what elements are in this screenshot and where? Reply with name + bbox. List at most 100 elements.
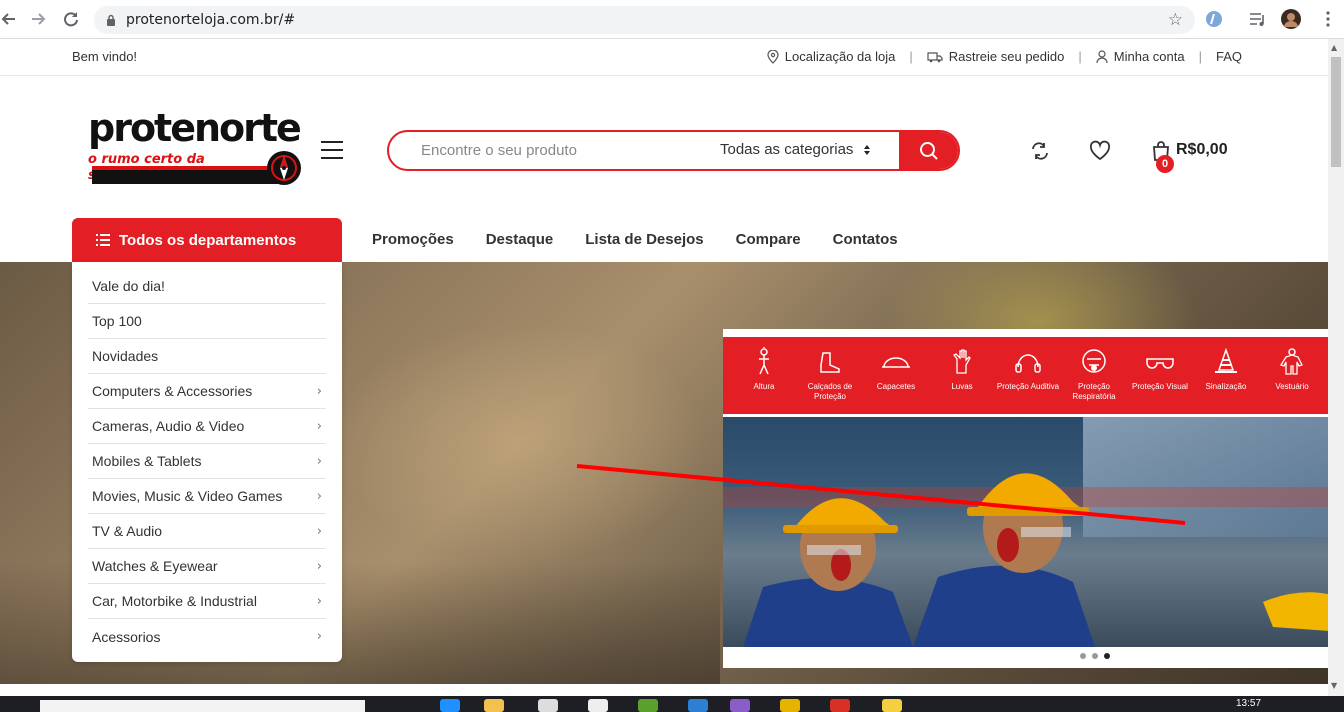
bookmark-star-icon[interactable]: ☆: [1168, 10, 1183, 30]
map-pin-icon: [767, 49, 779, 64]
taskbar-app-icon[interactable]: [588, 699, 608, 712]
department-item[interactable]: Vale do dia!: [88, 269, 326, 304]
nav-item-contatos[interactable]: Contatos: [833, 231, 898, 248]
media-control-icon[interactable]: [1248, 9, 1268, 29]
scroll-down-icon[interactable]: ▼: [1331, 681, 1337, 690]
category-luvas[interactable]: Luvas: [929, 337, 995, 414]
coverall-icon: [1280, 348, 1303, 375]
taskbar-app-icon[interactable]: [780, 699, 800, 712]
store-location-link[interactable]: Localização da loja: [767, 49, 896, 64]
extension-icon[interactable]: [1204, 9, 1224, 29]
department-item[interactable]: Top 100: [88, 304, 326, 339]
page-scrollbar[interactable]: ▲ ▼: [1328, 39, 1344, 696]
compass-icon: [267, 151, 301, 185]
category-protecao-auditiva[interactable]: Proteção Auditiva: [995, 337, 1061, 414]
os-taskbar: 13:57: [0, 696, 1344, 712]
boot-icon: [820, 352, 840, 373]
nav-item-compare[interactable]: Compare: [736, 231, 801, 248]
category-capacetes[interactable]: Capacetes: [863, 337, 929, 414]
slider-dot-active[interactable]: [1104, 653, 1110, 659]
department-item[interactable]: Computers & Accessories ›: [88, 374, 326, 409]
taskbar-app-icon[interactable]: [484, 699, 504, 712]
site-logo[interactable]: protenorte o rumo certo da segurança: [88, 108, 310, 192]
category-label: Proteção Respiratória: [1072, 382, 1116, 401]
logo-name: protenorte: [88, 106, 302, 150]
department-item[interactable]: TV & Audio ›: [88, 514, 326, 549]
department-label: Car, Motorbike & Industrial: [92, 593, 257, 609]
category-select[interactable]: Todas as categorias: [720, 141, 871, 158]
taskbar-app-icon[interactable]: [882, 699, 902, 712]
divider: |: [1198, 49, 1202, 64]
address-bar[interactable]: protenorteloja.com.br/# ☆: [94, 6, 1195, 34]
sort-arrows-icon: [864, 144, 871, 155]
slider-dot[interactable]: [1092, 653, 1098, 659]
scroll-up-icon[interactable]: ▲: [1331, 43, 1337, 52]
list-icon: [96, 234, 110, 246]
search-button[interactable]: [899, 132, 958, 169]
cone-icon: [1215, 347, 1237, 373]
wishlist-heart-icon[interactable]: [1089, 140, 1111, 162]
department-item[interactable]: Watches & Eyewear ›: [88, 549, 326, 584]
back-button[interactable]: [0, 7, 20, 31]
forward-button[interactable]: [27, 7, 51, 31]
compare-icon[interactable]: [1029, 140, 1051, 162]
reload-button[interactable]: [59, 7, 83, 31]
nav-item-destaque[interactable]: Destaque: [486, 231, 554, 248]
department-label: Top 100: [92, 313, 142, 329]
arrow-left-icon: [1, 13, 15, 25]
all-departments-label: Todos os departamentos: [119, 231, 297, 249]
browser-menu-icon[interactable]: [1318, 9, 1338, 29]
nav-item-lista-de-desejos[interactable]: Lista de Desejos: [585, 231, 703, 248]
respirator-icon: [1082, 349, 1106, 373]
cart-total[interactable]: R$0,00: [1176, 141, 1228, 159]
slider-dot[interactable]: [1080, 653, 1086, 659]
category-label: Calçados de Proteção: [807, 382, 853, 401]
department-label: Acessorios: [92, 628, 161, 645]
department-item[interactable]: Novidades: [88, 339, 326, 374]
scrollbar-thumb[interactable]: [1331, 57, 1341, 167]
reload-icon: [64, 12, 78, 27]
department-label: Mobiles & Tablets: [92, 453, 202, 469]
taskbar-app-icon[interactable]: [688, 699, 708, 712]
department-item[interactable]: Cameras, Audio & Video ›: [88, 409, 326, 444]
category-protecao-visual[interactable]: Proteção Visual: [1127, 337, 1193, 414]
department-item[interactable]: Acessorios ›: [88, 619, 326, 654]
department-label: TV & Audio: [92, 523, 163, 539]
promo-panel: Altura Calçados de Proteção Capacetes Lu…: [723, 329, 1344, 668]
all-departments-button[interactable]: Todos os departamentos: [72, 218, 342, 262]
search-input[interactable]: [389, 132, 689, 169]
department-label: Novidades: [92, 348, 159, 364]
category-altura[interactable]: Altura: [731, 337, 797, 414]
category-protecao-respiratoria[interactable]: Proteção Respiratória: [1061, 337, 1127, 414]
taskbar-app-icon[interactable]: [638, 699, 658, 712]
category-sinalizacao[interactable]: Sinalização: [1193, 337, 1259, 414]
category-vestuario[interactable]: Vestuário: [1259, 337, 1325, 414]
my-account-link[interactable]: Minha conta: [1096, 49, 1185, 64]
taskbar-search[interactable]: [40, 700, 365, 712]
chevron-right-icon: ›: [316, 523, 322, 539]
taskbar-app-icon[interactable]: [538, 699, 558, 712]
department-label: Cameras, Audio & Video: [92, 418, 245, 434]
profile-avatar[interactable]: [1281, 9, 1301, 29]
chevron-right-icon: ›: [316, 629, 322, 644]
category-calcados[interactable]: Calçados de Proteção: [797, 337, 863, 414]
track-order-link[interactable]: Rastreie seu pedido: [927, 49, 1064, 64]
menu-hamburger-icon[interactable]: [321, 141, 343, 159]
taskbar-app-icon[interactable]: [830, 699, 850, 712]
faq-link[interactable]: FAQ: [1216, 49, 1242, 64]
taskbar-app-icon[interactable]: [440, 699, 460, 712]
store-location-label: Localização da loja: [784, 49, 896, 64]
department-label: Watches & Eyewear: [92, 558, 218, 574]
taskbar-clock: 13:57: [1236, 698, 1262, 709]
top-info-bar: Bem vindo! Localização da loja | Rastrei…: [0, 39, 1328, 76]
top-links: Localização da loja | Rastreie seu pedid…: [767, 49, 1242, 64]
nav-item-promocoes[interactable]: Promoções: [372, 231, 454, 248]
main-nav: Promoções Destaque Lista de Desejos Comp…: [372, 231, 930, 248]
department-item[interactable]: Movies, Music & Video Games ›: [88, 479, 326, 514]
taskbar-app-icon[interactable]: [730, 699, 750, 712]
chevron-right-icon: ›: [316, 418, 322, 434]
earmuff-icon: [1015, 354, 1041, 373]
department-item[interactable]: Car, Motorbike & Industrial ›: [88, 584, 326, 619]
department-item[interactable]: Mobiles & Tablets ›: [88, 444, 326, 479]
category-label: Luvas: [951, 382, 973, 391]
